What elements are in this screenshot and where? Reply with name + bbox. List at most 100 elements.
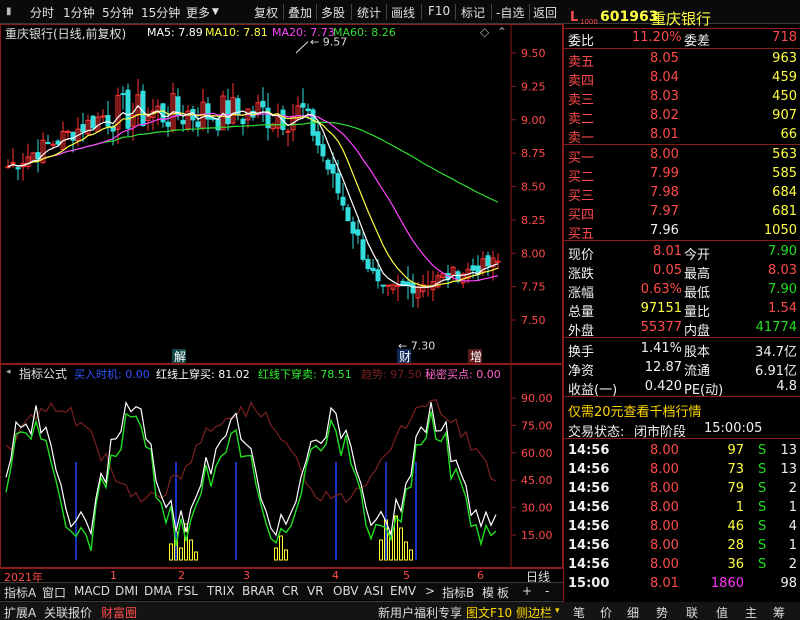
tab-cr[interactable]: CR: [282, 584, 299, 598]
tick-side: S: [758, 538, 767, 553]
tab-scroll-right[interactable]: >: [425, 584, 435, 598]
tab-macd[interactable]: MACD: [74, 584, 110, 598]
tick-time: 14:56: [568, 443, 610, 458]
tab-15min[interactable]: 15分钟: [141, 4, 180, 21]
candle-body: [125, 89, 131, 129]
ma60-line: [7, 121, 499, 203]
tick-volume: 28: [727, 538, 744, 553]
tab-5min[interactable]: 5分钟: [102, 4, 134, 21]
promo-row[interactable]: 仅需20元查看千档行情: [564, 400, 800, 420]
tab-indicator-b[interactable]: 指标B: [442, 584, 474, 601]
bid-row[interactable]: 买五 7.96 1050: [564, 222, 800, 242]
extend-a-button[interactable]: 扩展A: [4, 604, 36, 620]
stat-value: 97151: [640, 301, 682, 316]
ask-volume: 459: [772, 70, 797, 85]
stat-value: 7.90: [768, 244, 797, 259]
linked-button[interactable]: 联: [686, 604, 698, 620]
ask-price: 8.03: [650, 89, 679, 104]
main-button[interactable]: 主: [745, 604, 757, 620]
ask-volume: 907: [772, 108, 797, 123]
zoom-out-button[interactable]: -: [545, 584, 549, 598]
tick-row: 15:00 8.01 1860 98: [564, 575, 800, 593]
news-ticker[interactable]: 新用户福利专享: [378, 604, 462, 620]
stat-value: 55377: [640, 320, 682, 335]
stat-value: 1.54: [768, 301, 797, 316]
remove-watchlist-button[interactable]: -自选: [496, 4, 524, 21]
sidebar-chevron-icon[interactable]: ▾: [555, 606, 560, 616]
bid-row[interactable]: 买四 7.97 681: [564, 203, 800, 223]
tick-volume: 1: [735, 500, 744, 515]
trend-button[interactable]: 势: [656, 604, 668, 620]
tab-vr[interactable]: VR: [307, 584, 324, 598]
value-button[interactable]: 值: [716, 604, 728, 620]
indicator-tick-label: 75.00: [521, 419, 553, 432]
ask-row[interactable]: 卖三 8.03 450: [564, 88, 800, 108]
ask-row[interactable]: 卖五 8.05 963: [564, 50, 800, 70]
indicator-menu-icon[interactable]: ◂: [6, 367, 11, 377]
tab-intraday[interactable]: 分时: [30, 4, 54, 21]
promo-link[interactable]: 仅需20元查看千档行情: [568, 401, 702, 420]
tick-detail-button[interactable]: 笔: [573, 604, 585, 620]
tab-1min[interactable]: 1分钟: [63, 4, 95, 21]
tab-emv[interactable]: EMV: [390, 584, 416, 598]
more-menu-button[interactable]: 更多: [186, 4, 210, 21]
indicator-name[interactable]: 指标公式: [19, 365, 67, 382]
fundamental-value: 4.8: [776, 379, 797, 394]
bid-row[interactable]: 买二 7.99 585: [564, 165, 800, 185]
tab-indicator-a[interactable]: 指标A: [4, 584, 36, 601]
sidebar-button[interactable]: 侧边栏: [516, 604, 552, 620]
bid-row[interactable]: 买三 7.98 684: [564, 184, 800, 204]
indicator-frame: [0, 364, 563, 568]
tick-row: 14:56 8.00 36 S 2: [564, 556, 800, 574]
overlay-button[interactable]: 叠加: [288, 4, 312, 21]
price-detail-button[interactable]: 价: [600, 604, 612, 620]
trade-state-row: 交易状态: 闭市阶段 15:00:05: [568, 421, 763, 440]
tick-time: 14:56: [568, 481, 610, 496]
tab-asi[interactable]: ASI: [364, 584, 383, 598]
related-quote-button[interactable]: 关联报价: [44, 604, 92, 620]
mark-button[interactable]: 标记: [461, 4, 485, 21]
multi-stock-button[interactable]: 多股: [321, 4, 345, 21]
tab-obv[interactable]: OBV: [333, 584, 359, 598]
f10-button[interactable]: F10: [428, 4, 450, 18]
tab-template[interactable]: 模: [482, 584, 494, 601]
indicator-pane[interactable]: 90.00 75.00 60.00 45.00 30.00 15.00 ◂ 指标公式 买入…: [0, 364, 563, 568]
ask-volume: 66: [780, 127, 797, 142]
kline-chart[interactable]: 9.509.259.008.758.508.258.007.757.50← 9.…: [0, 24, 563, 364]
tab-window[interactable]: 窗口: [42, 584, 66, 601]
tick-volume: 79: [727, 481, 744, 496]
tab-dmi[interactable]: DMI: [115, 584, 138, 598]
ask-row[interactable]: 卖二 8.02 907: [564, 107, 800, 127]
tab-dma[interactable]: DMA: [144, 584, 172, 598]
fuquan-button[interactable]: 复权: [254, 4, 278, 21]
candle-body: [10, 162, 16, 165]
collapse-chevron-icon[interactable]: ⌃: [497, 25, 507, 39]
diamond-icon[interactable]: ◇: [480, 25, 489, 39]
time-axis: 2021年 1 2 3 4 5 6 日线: [0, 568, 563, 584]
tab-template-2[interactable]: 板: [497, 584, 509, 601]
indicator-chart[interactable]: 90.00 75.00 60.00 45.00 30.00 15.00: [0, 364, 563, 568]
bid-row[interactable]: 买一 8.00 563: [564, 146, 800, 166]
fine-detail-button[interactable]: 细: [627, 604, 639, 620]
fundamental-value: 34.7亿: [755, 345, 797, 360]
chips-button[interactable]: 筹: [773, 604, 785, 620]
tab-brar[interactable]: BRAR: [242, 584, 275, 598]
wealth-circle-button[interactable]: 财富圈: [101, 604, 137, 620]
draw-line-button[interactable]: 画线: [391, 4, 415, 21]
high-marker-line: [295, 41, 309, 54]
back-button[interactable]: 返回: [533, 4, 557, 21]
kline-chart-pane[interactable]: 9.50 9.25 9.00 8.75 8.50 8.25 8.00 7.75 7.50 ← 9.…: [0, 24, 563, 364]
tick-count: 2: [788, 481, 797, 496]
ask-row[interactable]: 卖四 8.04 459: [564, 69, 800, 89]
more-chevron-icon[interactable]: ▼: [212, 7, 219, 17]
quote-stat-row: 现价 8.01 今开 7.90: [568, 244, 797, 263]
ask-price: 8.04: [650, 70, 679, 85]
stock-code: 601963: [600, 9, 659, 25]
tab-fsl[interactable]: FSL: [177, 584, 198, 598]
ask-row[interactable]: 卖一 8.01 66: [564, 126, 800, 146]
statistics-button[interactable]: 统计: [357, 4, 381, 21]
tab-trix[interactable]: TRIX: [207, 584, 234, 598]
zoom-in-button[interactable]: +: [522, 584, 532, 598]
f10-text-button[interactable]: 图文F10: [466, 604, 512, 620]
candle-body: [195, 121, 201, 128]
